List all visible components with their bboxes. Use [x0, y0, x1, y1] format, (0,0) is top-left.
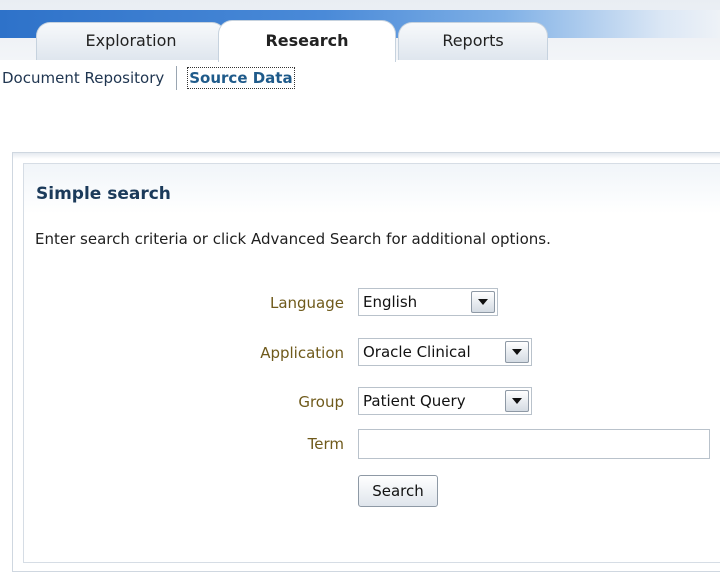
subnav-document-repository[interactable]: Document Repository [0, 69, 164, 87]
tab-bar: Exploration Reports Research [0, 0, 720, 62]
group-value: Patient Query [363, 392, 466, 410]
group-row: Group Patient Query [0, 387, 720, 417]
language-value: English [363, 293, 418, 311]
search-button[interactable]: Search [358, 475, 438, 507]
panel-description: Enter search criteria or click Advanced … [35, 230, 551, 248]
tab-exploration[interactable]: Exploration [36, 22, 226, 60]
tab-reports[interactable]: Reports [398, 22, 548, 60]
language-dropdown-button[interactable] [471, 291, 495, 313]
tab-research[interactable]: Research [218, 20, 396, 62]
application-select[interactable]: Oracle Clinical [358, 338, 532, 366]
panel-title: Simple search [36, 184, 171, 204]
term-label: Term [307, 435, 344, 453]
chevron-down-icon [512, 398, 522, 404]
application-value: Oracle Clinical [363, 343, 471, 361]
term-input[interactable] [358, 429, 710, 459]
chevron-down-icon [478, 299, 488, 305]
application-row: Application Oracle Clinical [0, 338, 720, 368]
term-row: Term [0, 429, 720, 459]
application-dropdown-button[interactable] [505, 341, 529, 363]
application-label: Application [260, 344, 344, 362]
language-row: Language English [0, 288, 720, 318]
group-select[interactable]: Patient Query [358, 387, 532, 415]
subnav-source-data[interactable]: Source Data [187, 67, 295, 89]
chevron-down-icon [512, 349, 522, 355]
panel-top-shade [13, 153, 720, 159]
subnav-separator [176, 66, 178, 90]
language-label: Language [269, 294, 344, 312]
tab-exploration-label: Exploration [85, 31, 177, 50]
group-label: Group [298, 393, 344, 411]
tab-research-label: Research [265, 31, 349, 50]
language-select[interactable]: English [358, 288, 498, 316]
sub-navigation: Document Repository Source Data [0, 60, 720, 96]
tab-reports-label: Reports [442, 31, 504, 50]
group-dropdown-button[interactable] [505, 390, 529, 412]
